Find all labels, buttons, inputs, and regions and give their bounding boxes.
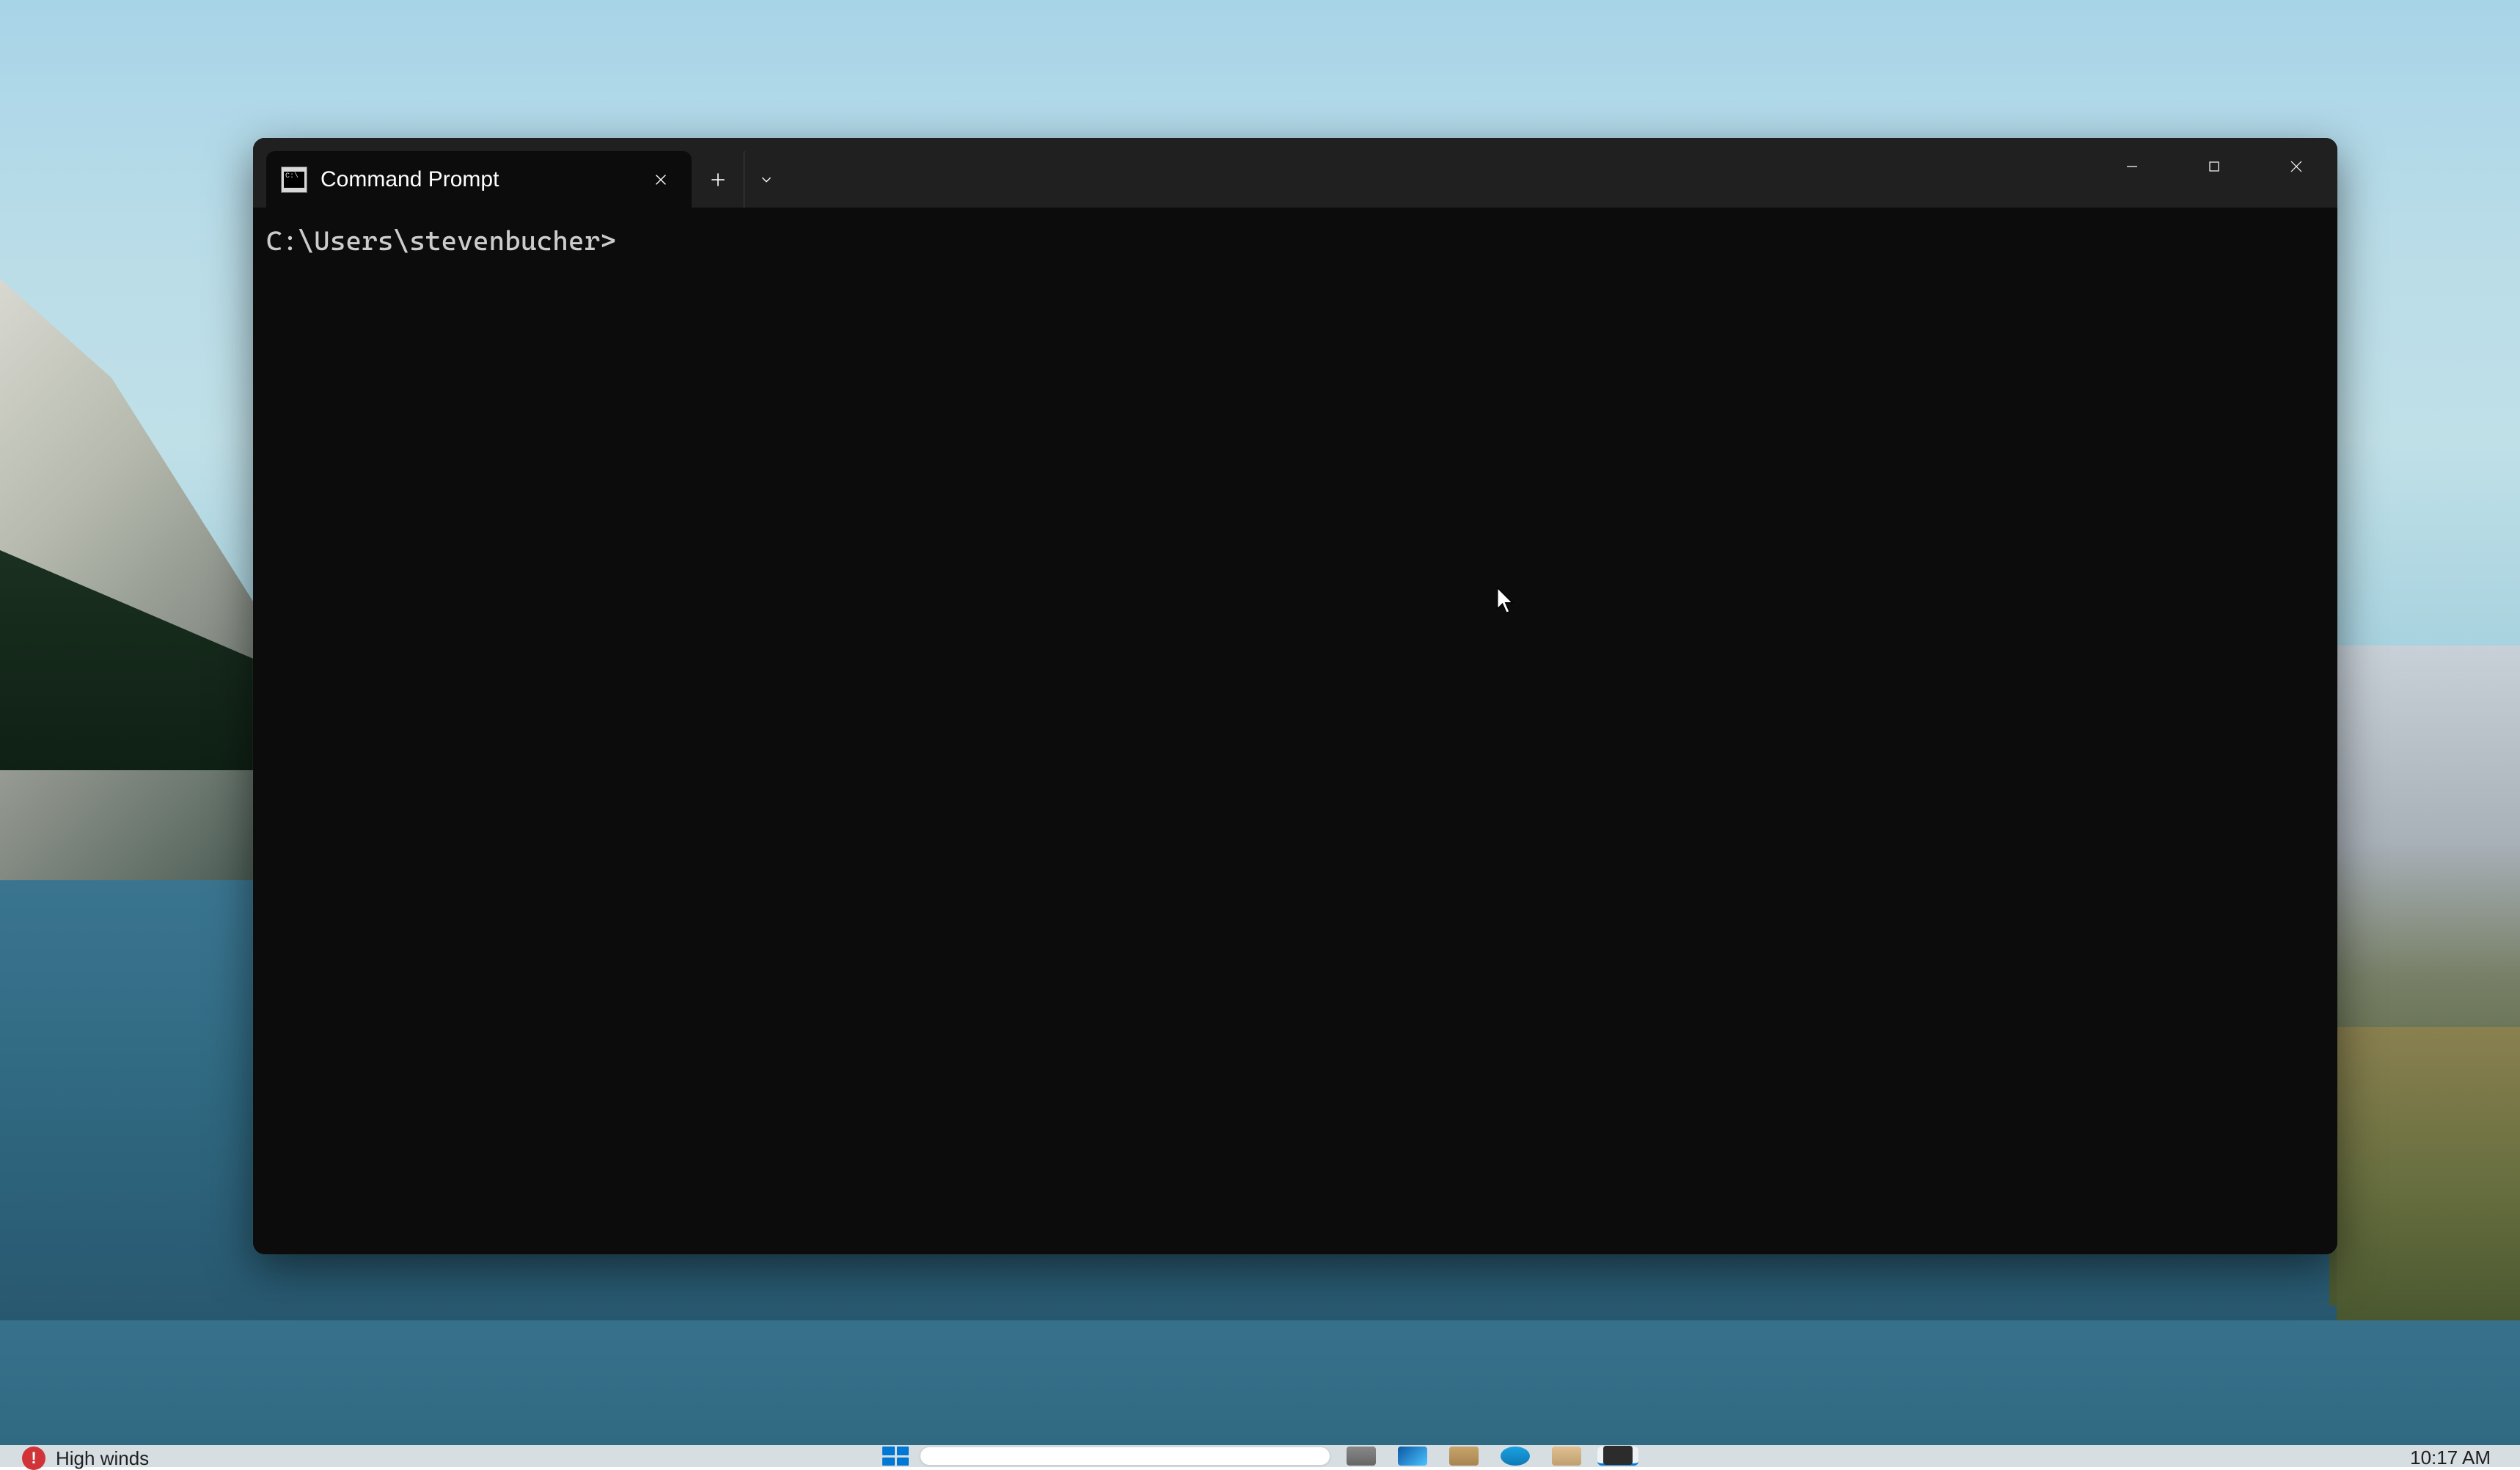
taskbar-app-terminal[interactable] xyxy=(1597,1447,1638,1466)
wallpaper-grass-right xyxy=(2337,1027,2520,1320)
new-tab-button[interactable] xyxy=(692,151,744,208)
plus-icon xyxy=(708,170,728,189)
tab-dropdown-button[interactable] xyxy=(744,151,788,208)
minimize-button[interactable] xyxy=(2091,138,2173,194)
tab-strip: Command Prompt xyxy=(253,138,692,208)
windows-logo-icon xyxy=(882,1447,909,1466)
weather-text: High winds xyxy=(56,1447,149,1470)
close-icon xyxy=(2288,158,2305,175)
taskbar-app-files[interactable] xyxy=(1443,1447,1484,1466)
task-view-icon xyxy=(1347,1447,1376,1466)
file-explorer-icon xyxy=(1449,1447,1479,1466)
taskbar-center xyxy=(882,1445,1638,1466)
taskbar-app-store[interactable] xyxy=(1546,1447,1587,1466)
maximize-button[interactable] xyxy=(2173,138,2255,194)
chevron-down-icon xyxy=(758,172,774,188)
maximize-icon xyxy=(2205,158,2223,175)
taskbar-app-edge[interactable] xyxy=(1392,1447,1433,1466)
edge-icon xyxy=(1398,1447,1427,1466)
terminal-content-area[interactable]: C:\Users\stevenbucher> xyxy=(253,208,2337,1254)
browser-icon xyxy=(1501,1447,1530,1466)
store-icon xyxy=(1552,1447,1581,1466)
minimize-icon xyxy=(2123,158,2141,175)
weather-alert-icon: ! xyxy=(22,1447,45,1470)
taskbar-clock[interactable]: 10:17 AM xyxy=(2410,1447,2491,1469)
tab-title: Command Prompt xyxy=(321,167,634,192)
window-controls xyxy=(2091,138,2337,194)
tab-command-prompt[interactable]: Command Prompt xyxy=(266,151,692,208)
task-view-button[interactable] xyxy=(1341,1447,1382,1466)
titlebar-actions xyxy=(692,138,788,208)
terminal-window: Command Prompt xyxy=(253,138,2337,1254)
taskbar-widgets[interactable]: ! High winds xyxy=(22,1445,149,1470)
tab-close-button[interactable] xyxy=(648,167,674,193)
close-window-button[interactable] xyxy=(2255,138,2337,194)
taskbar[interactable]: ! High winds 10:17 AM xyxy=(0,1445,2520,1467)
start-button[interactable] xyxy=(882,1447,909,1466)
taskbar-search[interactable] xyxy=(920,1447,1330,1466)
titlebar-drag-area[interactable] xyxy=(788,138,2091,208)
command-prompt-line: C:\Users\stevenbucher> xyxy=(266,222,2324,260)
cmd-icon xyxy=(281,167,307,193)
system-tray[interactable]: 10:17 AM xyxy=(2410,1445,2491,1469)
close-icon xyxy=(653,172,669,188)
terminal-icon xyxy=(1603,1446,1633,1465)
taskbar-app-browser[interactable] xyxy=(1495,1447,1536,1466)
titlebar[interactable]: Command Prompt xyxy=(253,138,2337,208)
